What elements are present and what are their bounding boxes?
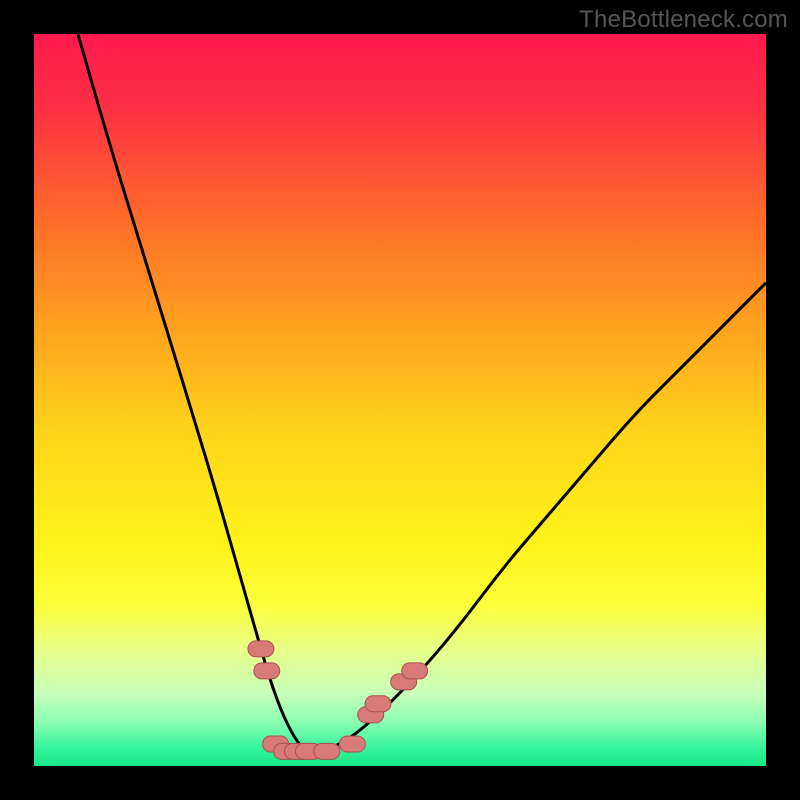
data-marker	[248, 641, 274, 657]
watermark-text: TheBottleneck.com	[579, 6, 788, 34]
gradient-background	[34, 34, 766, 766]
data-marker	[365, 696, 391, 712]
plot-area	[34, 34, 766, 766]
data-marker	[402, 663, 428, 679]
chart-svg	[34, 34, 766, 766]
data-marker	[339, 736, 365, 752]
data-marker	[254, 663, 280, 679]
outer-frame: TheBottleneck.com	[0, 0, 800, 800]
data-marker	[314, 743, 340, 759]
